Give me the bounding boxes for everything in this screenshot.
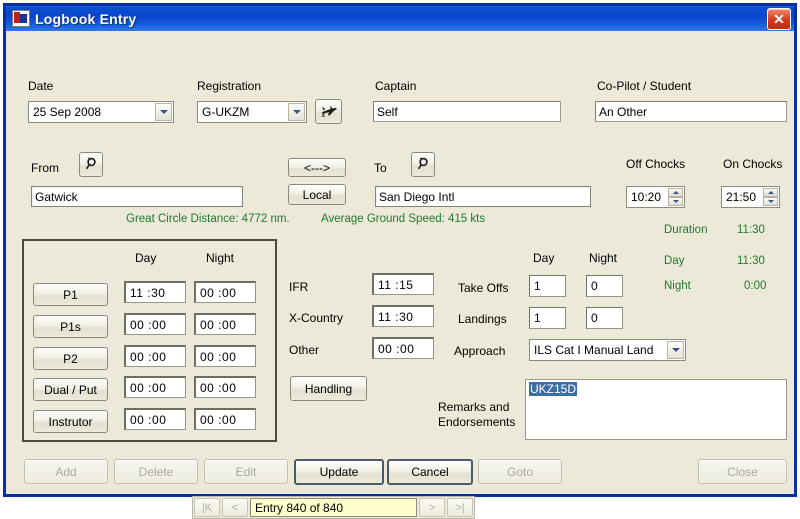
- approach-combo[interactable]: ILS Cat I Manual Land: [529, 339, 686, 361]
- to-label: To: [374, 161, 387, 175]
- from-input[interactable]: Gatwick: [31, 186, 243, 207]
- from-magnifier-icon[interactable]: [79, 152, 103, 177]
- xcountry-value[interactable]: 11 :30: [372, 305, 434, 327]
- p2-day-cell[interactable]: 00 :00: [124, 345, 186, 367]
- dual-put-night-cell[interactable]: 00 :00: [194, 376, 256, 398]
- local-button[interactable]: Local: [288, 184, 346, 205]
- off-chocks-value: 10:20: [631, 190, 662, 204]
- date-combo[interactable]: 25 Sep 2008: [28, 101, 174, 123]
- delete-button[interactable]: Delete: [114, 459, 198, 484]
- remarks-label-line1: Remarks and: [438, 400, 510, 414]
- stepper-down-icon[interactable]: [763, 197, 778, 206]
- day-total-value: 11:30: [737, 255, 765, 267]
- close-icon[interactable]: ✕: [767, 8, 791, 30]
- handling-button[interactable]: Handling: [290, 376, 367, 401]
- ifr-label: IFR: [289, 280, 309, 294]
- ifr-value[interactable]: 11 :15: [372, 273, 434, 295]
- instructor-night-cell[interactable]: 00 :00: [194, 408, 256, 430]
- captain-label: Captain: [375, 79, 417, 93]
- update-button[interactable]: Update: [294, 459, 384, 485]
- p1s-button[interactable]: P1s: [33, 315, 108, 338]
- to-magnifier-icon[interactable]: [411, 152, 435, 177]
- takeoffs-label: Take Offs: [458, 281, 509, 295]
- nav-next-button[interactable]: >: [419, 498, 445, 517]
- airplane-icon[interactable]: [315, 99, 342, 124]
- ops-night-header: Night: [589, 251, 618, 265]
- remarks-value: UKZ15D: [529, 382, 578, 396]
- time-grid-night-header: Night: [206, 251, 235, 265]
- off-chocks-label: Off Chocks: [626, 157, 686, 171]
- registration-value: G-UKZM: [202, 105, 250, 119]
- date-label: Date: [28, 79, 54, 93]
- title-bar: Logbook Entry ✕: [6, 6, 794, 31]
- p2-night-cell[interactable]: 00 :00: [194, 345, 256, 367]
- to-input[interactable]: San Diego Intl: [375, 186, 591, 207]
- copilot-input[interactable]: An Other: [595, 101, 787, 122]
- chevron-down-icon[interactable]: [288, 103, 305, 121]
- p2-button[interactable]: P2: [33, 347, 108, 370]
- window-title: Logbook Entry: [35, 10, 137, 27]
- goto-button[interactable]: Goto: [478, 459, 562, 484]
- p1-button[interactable]: P1: [33, 283, 108, 306]
- approach-label: Approach: [454, 344, 506, 358]
- on-chocks-stepper[interactable]: 21:50: [721, 186, 780, 208]
- off-chocks-stepper[interactable]: 10:20: [626, 186, 685, 208]
- average-ground-speed: Average Ground Speed: 415 kts: [321, 213, 486, 225]
- other-label: Other: [289, 343, 320, 357]
- stepper-up-icon[interactable]: [668, 188, 683, 197]
- on-chocks-label: On Chocks: [723, 157, 783, 171]
- from-label: From: [31, 161, 59, 175]
- registration-combo[interactable]: G-UKZM: [197, 101, 307, 123]
- close-button[interactable]: Close: [698, 459, 787, 484]
- add-button[interactable]: Add: [24, 459, 108, 484]
- logbook-entry-window: Logbook Entry ✕ Date 25 Sep 2008 Registr…: [3, 3, 797, 519]
- cancel-button[interactable]: Cancel: [387, 459, 473, 485]
- stepper-up-icon[interactable]: [763, 188, 778, 197]
- other-value[interactable]: 00 :00: [372, 337, 434, 359]
- p1-night-cell[interactable]: 00 :00: [194, 281, 256, 303]
- takeoffs-night-input[interactable]: 0: [586, 275, 623, 297]
- duration-label: Duration: [664, 224, 708, 236]
- ops-day-header: Day: [533, 251, 555, 265]
- landings-night-input[interactable]: 0: [586, 307, 623, 329]
- copilot-label: Co-Pilot / Student: [597, 79, 692, 93]
- dialog-body: Date 25 Sep 2008 Registration G-UKZM Cap…: [6, 31, 794, 519]
- swap-route-button[interactable]: <--->: [288, 158, 346, 177]
- captain-input[interactable]: Self: [373, 101, 561, 122]
- p1s-day-cell[interactable]: 00 :00: [124, 313, 186, 335]
- approach-value: ILS Cat I Manual Land: [534, 343, 654, 357]
- time-grid-day-header: Day: [135, 251, 157, 265]
- chevron-down-icon[interactable]: [667, 341, 684, 359]
- nav-first-button[interactable]: |K: [194, 498, 220, 517]
- nav-status-field[interactable]: Entry 840 of 840: [250, 498, 417, 517]
- remarks-textarea[interactable]: UKZ15D: [525, 379, 787, 440]
- logbook-icon: [12, 10, 30, 27]
- record-navigator: |K < Entry 840 of 840 > >|: [192, 496, 475, 519]
- dual-put-button[interactable]: Dual / Put: [33, 378, 108, 401]
- landings-label: Landings: [458, 312, 507, 326]
- edit-button[interactable]: Edit: [204, 459, 288, 484]
- date-value: 25 Sep 2008: [33, 105, 102, 119]
- instructor-day-cell[interactable]: 00 :00: [124, 408, 186, 430]
- duration-value: 11:30: [737, 224, 765, 236]
- landings-day-input[interactable]: 1: [529, 307, 566, 329]
- instructor-button[interactable]: Instrutor: [33, 410, 108, 433]
- p1s-night-cell[interactable]: 00 :00: [194, 313, 256, 335]
- takeoffs-day-input[interactable]: 1: [529, 275, 566, 297]
- chevron-down-icon[interactable]: [155, 103, 172, 121]
- p1-day-cell[interactable]: 11 :30: [124, 281, 186, 303]
- registration-label: Registration: [197, 79, 262, 93]
- nav-last-button[interactable]: >|: [447, 498, 473, 517]
- nav-prev-button[interactable]: <: [222, 498, 248, 517]
- day-total-label: Day: [664, 255, 685, 267]
- great-circle-distance: Great Circle Distance: 4772 nm.: [126, 213, 290, 225]
- on-chocks-value: 21:50: [726, 190, 757, 204]
- stepper-down-icon[interactable]: [668, 197, 683, 206]
- xcountry-label: X-Country: [289, 311, 344, 325]
- night-total-label: Night: [664, 280, 691, 292]
- dual-put-day-cell[interactable]: 00 :00: [124, 376, 186, 398]
- remarks-label-line2: Endorsements: [438, 415, 516, 429]
- night-total-value: 0:00: [744, 280, 767, 292]
